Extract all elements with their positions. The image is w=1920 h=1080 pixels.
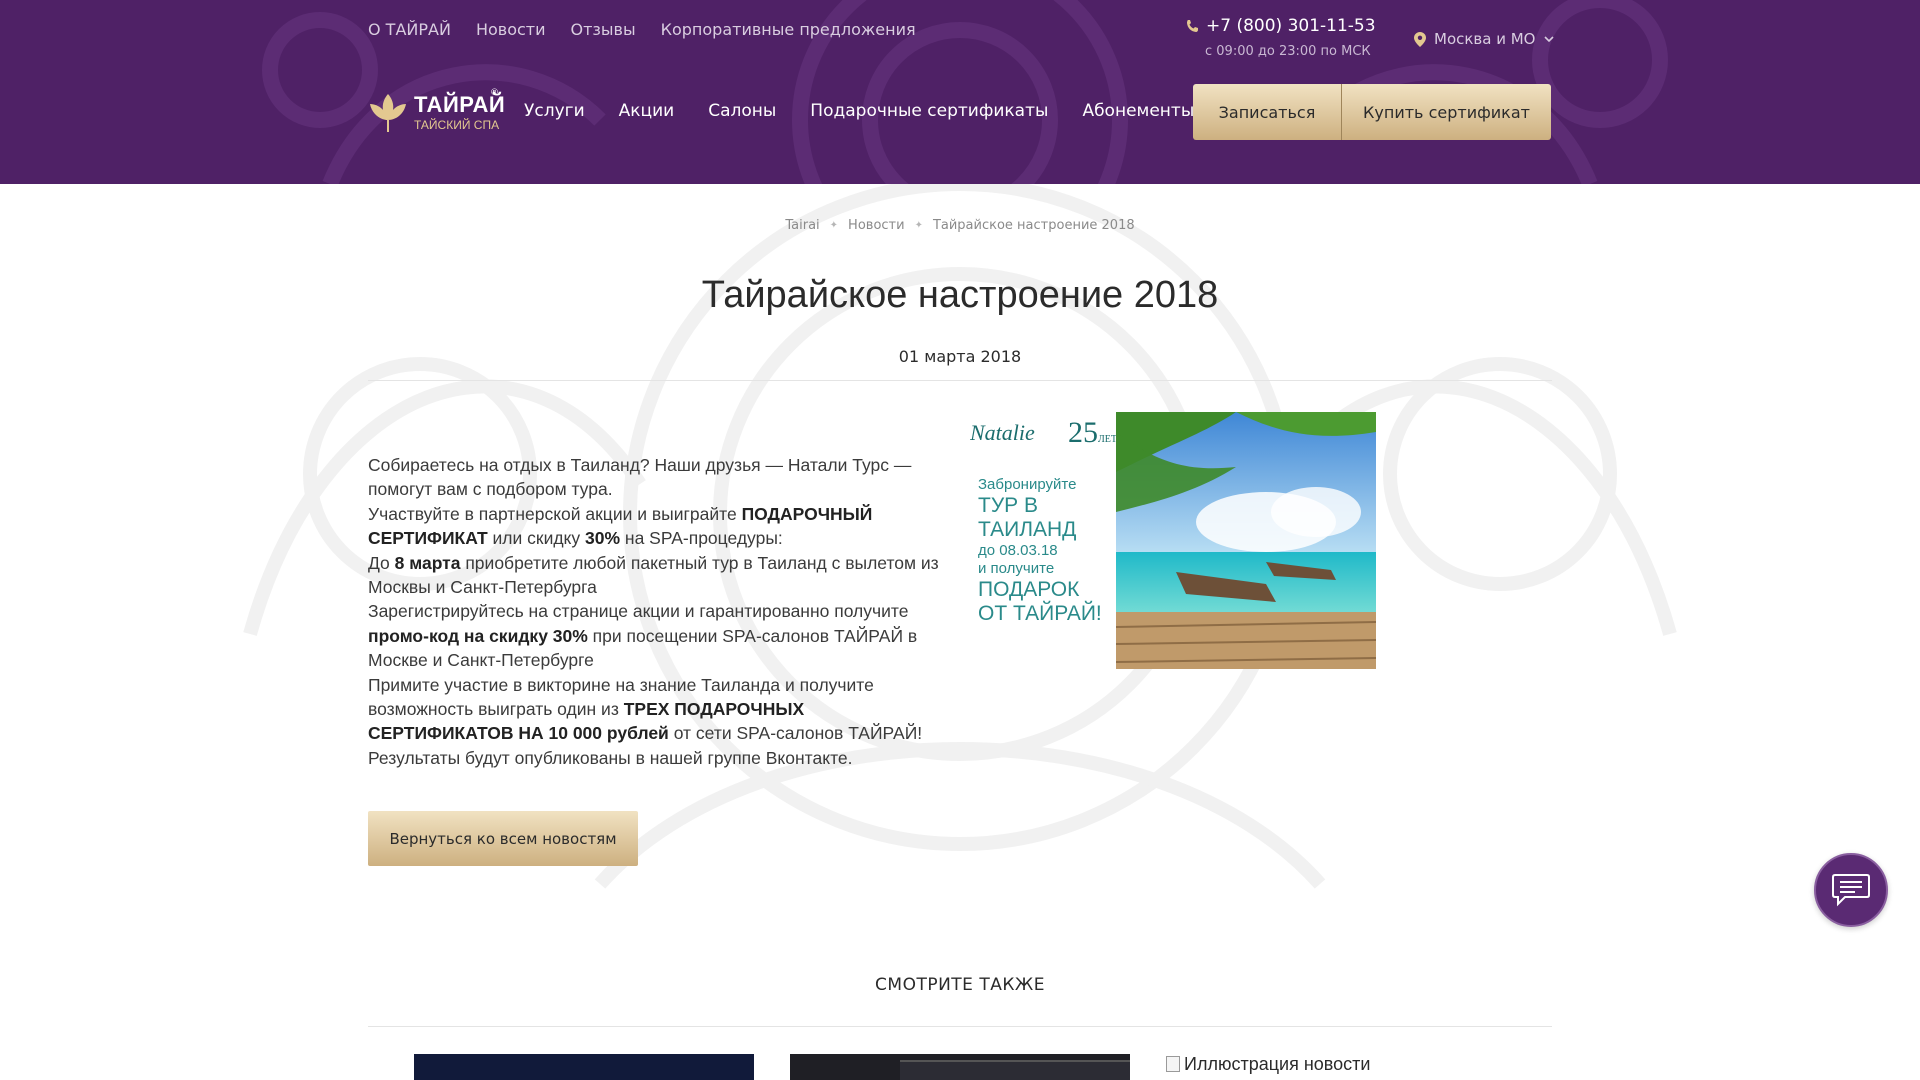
topnav-about[interactable]: О ТАЙРАЙ [368,20,451,39]
breadcrumb-news[interactable]: Новости [848,218,905,233]
title-divider [368,380,1552,381]
phone-hours: с 09:00 до 23:00 по МСК [1205,44,1371,59]
article-paragraph: Результаты будут опубликованы в нашей гр… [368,747,853,768]
nav-subscriptions[interactable]: Абонементы [1082,101,1194,121]
article-paragraph: Примите участие в викторине на знание Та… [368,674,923,744]
breadcrumb-separator-icon: ✦ [829,220,839,231]
region-label: Москва и МО [1434,30,1536,48]
broken-image-alt-text: Иллюстрация новости [1184,1054,1371,1074]
nav-gift-certificates[interactable]: Подарочные сертификаты [810,101,1048,121]
site-header: О ТАЙРАЙ Новости Отзывы Корпоративные пр… [0,0,1920,184]
thumbnail-detail [900,1060,1130,1080]
article-date: 01 марта 2018 [898,347,1022,366]
see-also-divider [368,1026,1552,1027]
nav-promotions[interactable]: Акции [619,101,675,121]
banner-anniversary: 25ЛЕТ [1068,416,1117,449]
background-ornament [243,184,1677,889]
see-also-title: СМОТРИТЕ ТАКЖЕ [875,975,1045,995]
location-pin-icon [1414,31,1426,47]
article-paragraph: Собираетесь на отдых в Таиланд? Наши дру… [368,455,912,500]
breadcrumb: Tairai ✦ Новости ✦ Тайрайское настроение… [0,218,1920,233]
article-paragraph: До 8 марта приобретите любой пакетный ту… [368,552,939,598]
top-navigation: О ТАЙРАЙ Новости Отзывы Корпоративные пр… [368,20,916,39]
topnav-corporate[interactable]: Корпоративные предложения [661,20,916,39]
logo[interactable]: ТАЙРАЙ ® ТАЙСКИЙ СПА [368,88,505,136]
phone-icon [1187,20,1198,32]
article-paragraph: Участвуйте в партнерской акции и выиграй… [368,503,873,549]
related-news-thumbnail[interactable]: Иллюстрация новости [1166,1054,1426,1080]
chevron-down-icon [1543,35,1554,42]
topnav-reviews[interactable]: Отзывы [571,20,636,39]
region-selector[interactable]: Москва и МО [1414,30,1554,48]
phone-number[interactable]: +7 (800) 301-11-53 [1206,16,1376,36]
banner-text: Забронируйте ТУР В ТАИЛАНД до 08.03.18 и… [978,476,1102,625]
phone-row[interactable]: +7 (800) 301-11-53 [1186,16,1376,36]
header-cta-group: Записаться Купить сертификат [1193,84,1551,140]
topnav-news[interactable]: Новости [476,20,546,39]
main-navigation: Услуги Акции Салоны Подарочные сертифика… [524,101,1194,121]
article-paragraph: Зарегистрируйтесь на странице акции и га… [368,601,918,671]
related-news-thumbnail[interactable] [414,1054,754,1080]
chat-button[interactable] [1814,853,1888,927]
related-news-thumbnail[interactable] [790,1054,1130,1080]
article-body: Собираетесь на отдых в Таиланд? Наши дру… [368,453,954,770]
breadcrumb-separator-icon: ✦ [914,220,923,231]
promo-banner-image: Natalie 25ЛЕТ Забронируйте ТУР В ТАИЛАНД… [970,412,1376,669]
page-title: Тайрайское настроение 2018 [701,274,1219,316]
broken-image-icon [1166,1056,1180,1072]
nav-salons[interactable]: Салоны [708,101,776,121]
logo-registered-mark: ® [490,88,499,98]
nav-services[interactable]: Услуги [524,101,585,121]
contact-block: +7 (800) 301-11-53 с 09:00 до 23:00 по М… [1186,16,1376,59]
chat-icon [1832,874,1870,907]
back-to-news-button[interactable]: Вернуться ко всем новостям [368,811,638,866]
header-ornament [262,0,1668,184]
logo-subtitle: ТАЙСКИЙ СПА [414,118,500,132]
buy-certificate-button[interactable]: Купить сертификат [1341,84,1551,140]
lotus-logo-icon [370,94,406,132]
signup-button[interactable]: Записаться [1193,84,1341,140]
beach-photo [1116,412,1376,669]
breadcrumb-current: Тайрайское настроение 2018 [932,218,1135,233]
banner-brand: Natalie [970,420,1035,445]
breadcrumb-home[interactable]: Tairai [785,218,819,233]
